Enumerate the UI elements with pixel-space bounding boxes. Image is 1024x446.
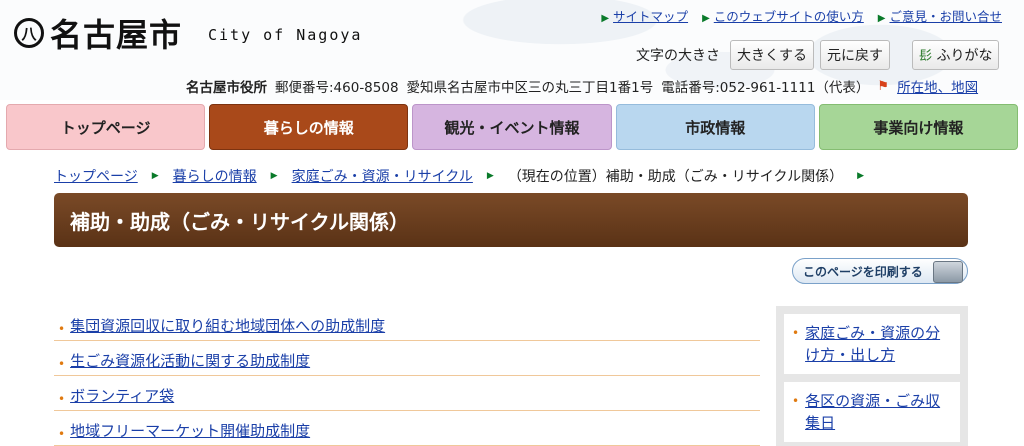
- tab-city-admin[interactable]: 市政情報: [615, 104, 815, 150]
- furigana-label: ふりがな: [936, 48, 993, 64]
- side-menu: • 家庭ごみ・資源の分け方・出し方 • 各区の資源・ごみ収集日: [776, 306, 968, 446]
- bullet-icon: •: [792, 326, 800, 340]
- breadcrumb-current: （現在の位置）補助・助成（ごみ・リサイクル関係）: [507, 169, 844, 185]
- bullet-icon: •: [792, 394, 800, 408]
- tab-living-info[interactable]: 暮らしの情報: [209, 104, 409, 150]
- contact-link[interactable]: ご意見・お問い合せ: [889, 9, 1002, 24]
- reset-text-button[interactable]: 元に戻す: [820, 40, 890, 70]
- logo-subtitle: City of Nagoya: [208, 26, 363, 44]
- contact-link-wrap: ▶ ご意見・お問い合せ: [878, 6, 1002, 25]
- city-emblem-icon: 八: [14, 18, 44, 48]
- howto-link-wrap: ▶ このウェブサイトの使い方: [702, 6, 864, 25]
- list-item: • 生ごみ資源化活動に関する助成制度: [54, 341, 760, 376]
- printer-icon: [933, 261, 963, 283]
- sitemap-link-wrap: ▶ サイトマップ: [601, 6, 688, 25]
- enlarge-text-button[interactable]: 大きくする: [730, 40, 814, 70]
- page-title-bar: 補助・助成（ごみ・リサイクル関係）: [54, 193, 968, 247]
- text-size-label: 文字の大きさ: [636, 48, 720, 64]
- list-item: • 地域フリーマーケット開催助成制度: [54, 411, 760, 446]
- furigana-button[interactable]: 髟 ふりがな: [912, 40, 1000, 70]
- breadcrumb-living[interactable]: 暮らしの情報: [173, 166, 257, 186]
- subsidy-link[interactable]: 集団資源回収に取り組む地域団体への助成制度: [70, 315, 385, 336]
- office-name: 名古屋市役所: [186, 80, 267, 96]
- furigana-control: 髟 ふりがな: [912, 40, 1000, 70]
- chevron-right-icon: ▶: [151, 171, 159, 181]
- chevron-right-icon: ▶: [857, 171, 865, 181]
- howto-link[interactable]: このウェブサイトの使い方: [714, 9, 864, 24]
- chevron-right-icon: ▶: [486, 171, 494, 181]
- triangle-icon: ▶: [702, 13, 710, 24]
- subsidy-link[interactable]: 地域フリーマーケット開催助成制度: [70, 420, 310, 441]
- text-size-controls: 文字の大きさ 大きくする 元に戻す: [636, 40, 890, 70]
- side-menu-item: • 家庭ごみ・資源の分け方・出し方: [784, 314, 960, 374]
- utility-links: ▶ サイトマップ ▶ このウェブサイトの使い方 ▶ ご意見・お問い合せ: [601, 6, 1002, 25]
- global-nav: トップページ 暮らしの情報 観光・イベント情報 市政情報 事業向け情報: [6, 104, 1019, 150]
- list-item: • 集団資源回収に取り組む地域団体への助成制度: [54, 306, 760, 341]
- side-link-collection-days[interactable]: 各区の資源・ごみ収集日: [805, 390, 952, 434]
- breadcrumb: トップページ ▶ 暮らしの情報 ▶ 家庭ごみ・資源・リサイクル ▶ （現在の位置…: [54, 166, 864, 186]
- tab-business-info[interactable]: 事業向け情報: [818, 104, 1019, 150]
- subsidy-link[interactable]: 生ごみ資源化活動に関する助成制度: [70, 350, 310, 371]
- logo-name: 名古屋市: [50, 16, 183, 54]
- print-page-button[interactable]: このページを印刷する: [792, 258, 968, 284]
- office-address: 名古屋市役所 郵便番号:460-8508 愛知県名古屋市中区三の丸三丁目1番1号…: [186, 76, 978, 97]
- city-logo[interactable]: 八 名古屋市: [14, 10, 182, 56]
- subsidy-link[interactable]: ボランティア袋: [70, 385, 174, 406]
- bullet-icon: •: [58, 392, 66, 406]
- flag-icon: ⚑: [877, 78, 890, 94]
- subsidy-link-list: • 集団資源回収に取り組む地域団体への助成制度 • 生ごみ資源化活動に関する助成制度…: [54, 306, 760, 446]
- bullet-icon: •: [58, 357, 66, 371]
- triangle-icon: ▶: [601, 13, 610, 24]
- tab-top-page[interactable]: トップページ: [6, 104, 206, 150]
- side-menu-item: • 各区の資源・ごみ収集日: [784, 382, 960, 442]
- page-title: 補助・助成（ごみ・リサイクル関係）: [70, 209, 409, 234]
- address-text: 愛知県名古屋市中区三の丸三丁目1番1号: [406, 80, 654, 96]
- breadcrumb-top[interactable]: トップページ: [54, 166, 138, 186]
- print-label: このページを印刷する: [803, 264, 923, 279]
- bullet-icon: •: [58, 427, 66, 441]
- bullet-icon: •: [58, 322, 66, 336]
- breadcrumb-recycle[interactable]: 家庭ごみ・資源・リサイクル: [292, 166, 473, 186]
- tab-tourism-events[interactable]: 観光・イベント情報: [412, 104, 612, 150]
- phone-number: 電話番号:052-961-1111（代表）: [661, 80, 870, 96]
- sitemap-link[interactable]: サイトマップ: [613, 9, 688, 24]
- list-item: • ボランティア袋: [54, 376, 760, 411]
- side-link-sorting[interactable]: 家庭ごみ・資源の分け方・出し方: [805, 322, 952, 366]
- furigana-icon: 髟: [919, 49, 933, 64]
- triangle-icon: ▶: [877, 13, 886, 24]
- map-link[interactable]: 所在地、地図: [897, 76, 978, 96]
- postal-code: 郵便番号:460-8508: [275, 80, 399, 96]
- chevron-right-icon: ▶: [270, 171, 278, 181]
